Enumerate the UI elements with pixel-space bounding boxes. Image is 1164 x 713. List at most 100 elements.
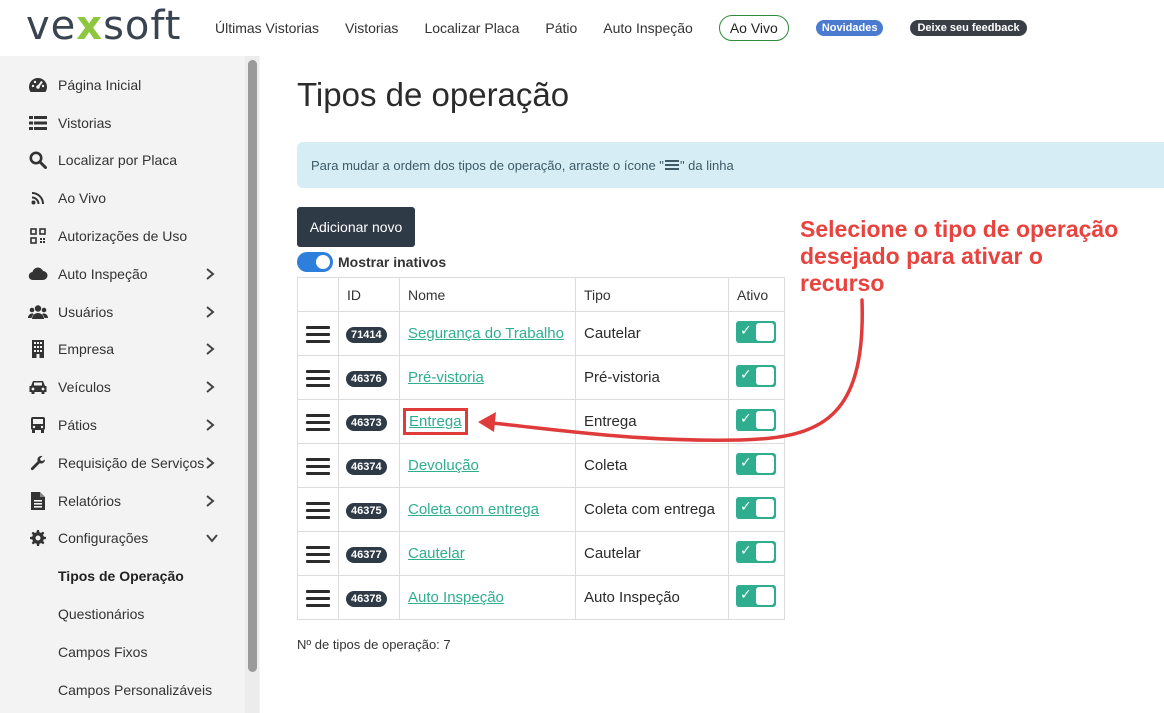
header-id: ID: [338, 277, 400, 312]
table-row: 46377 Cautelar Cautelar ✓: [297, 531, 785, 576]
drag-handle-icon[interactable]: [306, 325, 330, 343]
operation-link[interactable]: Coleta com entrega: [408, 501, 539, 518]
building-icon: [28, 339, 48, 359]
sidebar-item-usuarios[interactable]: Usuários: [0, 293, 240, 331]
info-alert: Para mudar a ordem dos tipos de operação…: [297, 142, 1164, 188]
id-badge: 46377: [346, 546, 387, 563]
operation-link[interactable]: Auto Inspeção: [408, 589, 504, 606]
operation-count: Nº de tipos de operação: 7: [297, 637, 451, 652]
feedback-badge[interactable]: Deixe seu feedback: [910, 20, 1027, 36]
id-badge: 71414: [346, 326, 387, 343]
sidebar-item-autorizacoes[interactable]: Autorizações de Uso: [0, 217, 240, 255]
file-icon: [28, 491, 48, 511]
drag-handle-icon[interactable]: [306, 413, 330, 431]
id-badge: 46378: [346, 590, 387, 607]
sidebar-item-configuracoes[interactable]: Configurações: [0, 519, 240, 557]
active-toggle[interactable]: ✓: [736, 540, 776, 563]
active-toggle[interactable]: ✓: [736, 584, 776, 607]
vexsoft-logo[interactable]: vexsoft: [26, 2, 181, 50]
cloud-icon: [28, 264, 48, 284]
sidebar-item-pagina-inicial[interactable]: Página Inicial: [0, 66, 240, 104]
sidebar: Página Inicial Vistorias Localizar por P…: [0, 56, 260, 713]
annotation-line: desejado para ativar o: [800, 243, 1043, 269]
operation-types-table: ID Nome Tipo Ativo 71414 Segurança do Tr…: [297, 277, 785, 620]
annotation-line: recurso: [800, 270, 885, 296]
sidebar-item-veiculos[interactable]: Veículos: [0, 368, 240, 406]
hamburger-icon: [664, 160, 679, 170]
dashboard-icon: [28, 75, 48, 95]
chevron-right-icon: [205, 456, 219, 470]
active-toggle[interactable]: ✓: [736, 452, 776, 475]
operation-type: Pré-vistoria: [575, 355, 729, 400]
table-row: 46376 Pré-vistoria Pré-vistoria ✓: [297, 355, 785, 400]
sidebar-subitem-campos-personalizaveis[interactable]: Campos Personalizáveis: [0, 671, 240, 709]
sidebar-scrollbar-thumb[interactable]: [248, 60, 257, 672]
operation-link[interactable]: Devolução: [408, 457, 479, 474]
table-row: 71414 Segurança do Trabalho Cautelar ✓: [297, 311, 785, 356]
nav-patio[interactable]: Pátio: [545, 20, 577, 36]
operation-type: Cautelar: [575, 531, 729, 576]
sidebar-subitem-tipos-operacao[interactable]: Tipos de Operação: [0, 557, 240, 595]
nav-auto-inspecao[interactable]: Auto Inspeção: [603, 20, 693, 36]
table-header-row: ID Nome Tipo Ativo: [297, 277, 785, 312]
active-toggle[interactable]: ✓: [736, 496, 776, 519]
header-name: Nome: [399, 277, 576, 312]
active-toggle[interactable]: ✓: [736, 408, 776, 431]
chevron-right-icon: [205, 305, 219, 319]
annotation-callout: Selecione o tipo de operação desejado pa…: [800, 216, 1160, 297]
header-active: Ativo: [728, 277, 785, 312]
page-title: Tipos de operação: [297, 76, 570, 113]
drag-handle-icon[interactable]: [306, 589, 330, 607]
sidebar-item-relatorios[interactable]: Relatórios: [0, 482, 240, 520]
drag-handle-icon[interactable]: [306, 545, 330, 563]
operation-link[interactable]: Pré-vistoria: [408, 369, 484, 386]
active-toggle[interactable]: ✓: [736, 364, 776, 387]
bus-icon: [28, 415, 48, 435]
annotation-line: Selecione o tipo de operação: [800, 216, 1119, 242]
info-text-post: " da linha: [679, 157, 734, 173]
users-icon: [28, 302, 48, 322]
nav-ao-vivo-button[interactable]: Ao Vivo: [718, 15, 789, 41]
id-badge: 46373: [346, 414, 387, 431]
sidebar-item-localizar-placa[interactable]: Localizar por Placa: [0, 141, 240, 179]
chevron-right-icon: [205, 418, 219, 432]
nav-vistorias[interactable]: Vistorias: [345, 20, 398, 36]
nav-localizar-placa[interactable]: Localizar Placa: [424, 20, 519, 36]
list-icon: [28, 113, 48, 133]
operation-type: Entrega: [575, 399, 729, 444]
sidebar-subitem-questionarios[interactable]: Questionários: [0, 595, 240, 633]
nav-ultimas-vistorias[interactable]: Últimas Vistorias: [215, 20, 319, 36]
car-icon: [28, 377, 48, 397]
search-icon: [28, 150, 48, 170]
chevron-right-icon: [205, 494, 219, 508]
show-inactive-toggle[interactable]: [297, 252, 333, 272]
id-badge: 46375: [346, 502, 387, 519]
qrcode-icon: [28, 226, 48, 246]
sidebar-item-patios[interactable]: Pátios: [0, 406, 240, 444]
drag-handle-icon[interactable]: [306, 501, 330, 519]
operation-type: Coleta com entrega: [575, 487, 729, 532]
chevron-right-icon: [205, 380, 219, 394]
gear-icon: [28, 528, 48, 548]
header-type: Tipo: [575, 277, 729, 312]
show-inactive-label: Mostrar inativos: [338, 254, 447, 270]
sidebar-item-ao-vivo[interactable]: Ao Vivo: [0, 179, 240, 217]
sidebar-item-vistorias[interactable]: Vistorias: [0, 104, 240, 142]
sidebar-item-empresa[interactable]: Empresa: [0, 330, 240, 368]
table-row: 46378 Auto Inspeção Auto Inspeção ✓: [297, 575, 785, 620]
top-bar: vexsoft Últimas Vistorias Vistorias Loca…: [0, 0, 1164, 56]
operation-link[interactable]: Segurança do Trabalho: [408, 325, 564, 342]
active-toggle[interactable]: ✓: [736, 320, 776, 343]
drag-handle-icon[interactable]: [306, 369, 330, 387]
news-badge[interactable]: Novidades: [815, 20, 884, 36]
operation-link-highlighted[interactable]: Entrega: [403, 408, 468, 435]
sidebar-item-requisicao-servicos[interactable]: Requisição de Serviços: [0, 444, 240, 482]
sidebar-subitem-campos-fixos[interactable]: Campos Fixos: [0, 633, 240, 671]
top-nav: Últimas Vistorias Vistorias Localizar Pl…: [215, 13, 1027, 43]
operation-link[interactable]: Cautelar: [408, 545, 465, 562]
chevron-down-icon: [205, 531, 219, 545]
drag-handle-icon[interactable]: [306, 457, 330, 475]
sidebar-item-auto-inspecao[interactable]: Auto Inspeção: [0, 255, 240, 293]
add-new-button[interactable]: Adicionar novo: [297, 207, 415, 247]
id-badge: 46374: [346, 458, 387, 475]
